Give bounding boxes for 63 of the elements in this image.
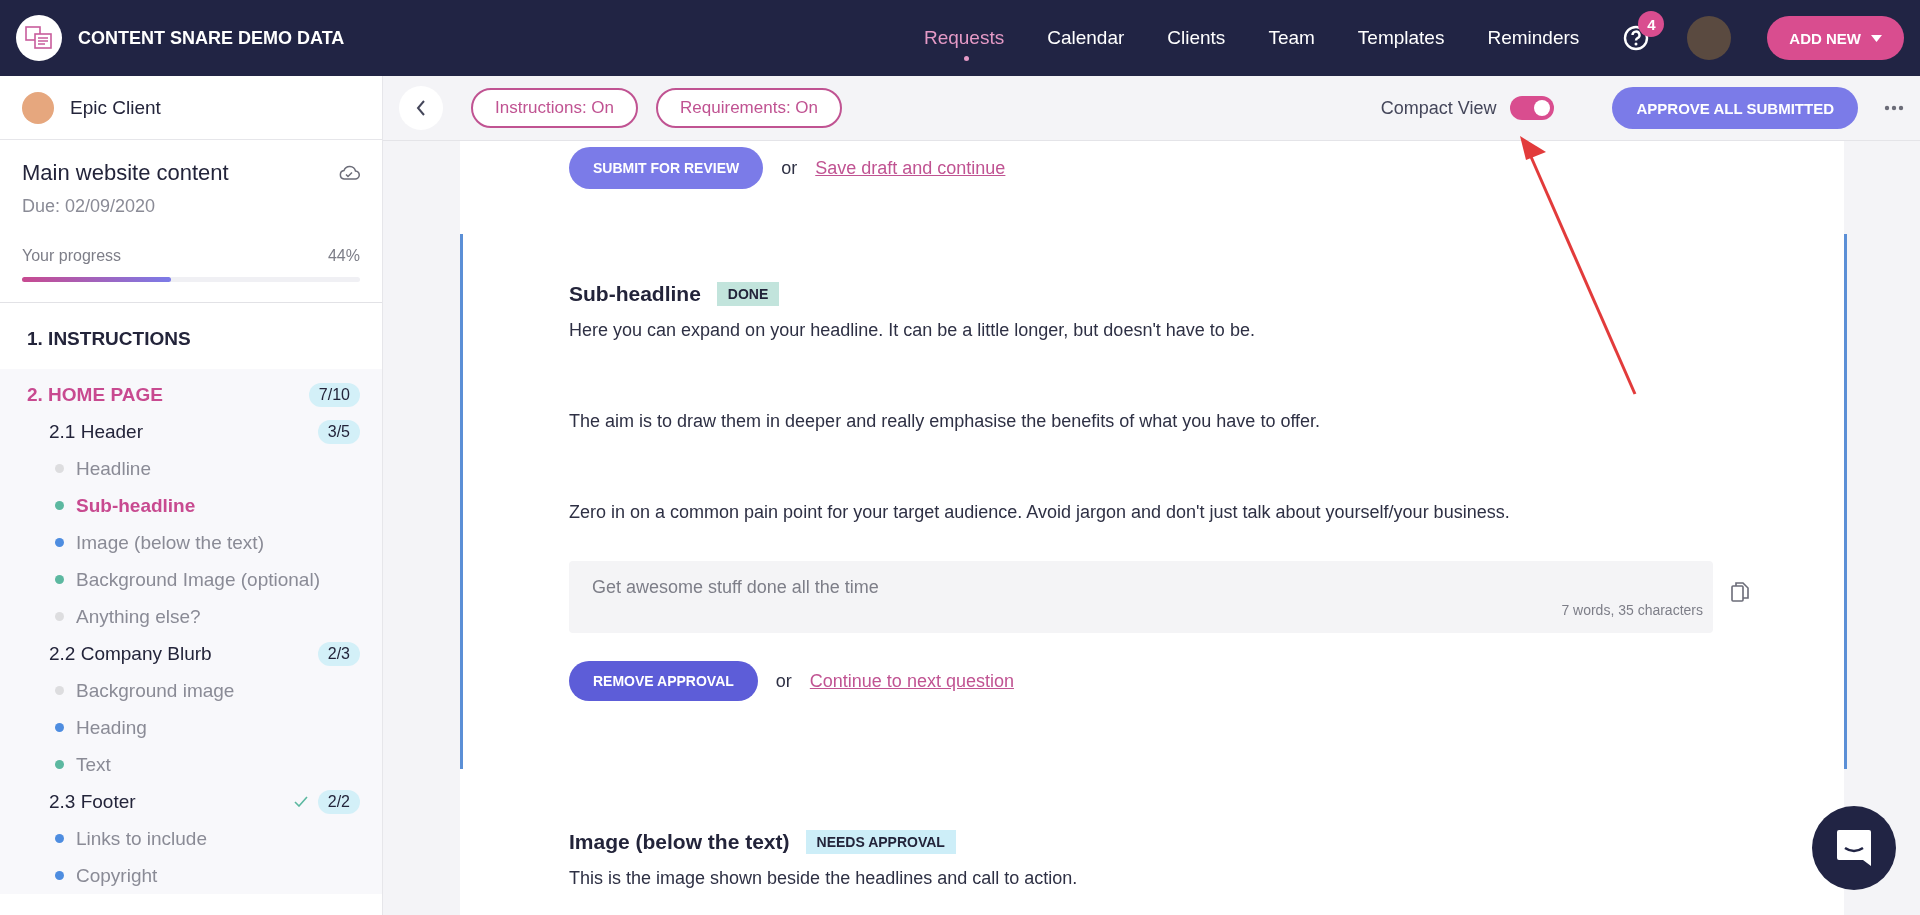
client-avatar (22, 91, 54, 124)
more-icon[interactable] (1884, 105, 1904, 111)
question-description: Zero in on a common pain point for your target audience. Avoid jargon and don't just talk about yourself/your business. (569, 502, 1511, 523)
add-new-button[interactable]: ADD NEW (1767, 16, 1904, 60)
subsection-link[interactable]: 2.1 Header (49, 420, 143, 443)
nav-link[interactable]: Team (1268, 13, 1315, 63)
section-link[interactable]: 1. INSTRUCTIONS (27, 328, 191, 350)
app-logo-icon (16, 15, 62, 61)
notification-badge: 4 (1638, 11, 1665, 37)
question-title: Sub-headline (569, 282, 701, 306)
section-link[interactable]: 2. HOME PAGE (27, 383, 163, 406)
count-badge: 3/5 (317, 419, 360, 444)
compact-view-label: Compact View (1380, 97, 1497, 119)
save-draft-link[interactable]: Save draft and continue (815, 157, 1006, 179)
requirements-toggle-button[interactable]: Requirements: On (656, 88, 842, 128)
remove-approval-button[interactable]: REMOVE APPROVAL (569, 661, 758, 701)
client-name: Epic Client (70, 96, 161, 119)
workspace-name: CONTENT SNARE DEMO DATA (78, 27, 345, 49)
caret-icon (1871, 34, 1882, 42)
answer-field[interactable]: Get awesome stuff done all the time 7 words, 35 characters (569, 561, 1713, 633)
nav-link[interactable]: Clients (1167, 13, 1226, 63)
nav-link[interactable]: Requests (923, 13, 1005, 63)
field-link[interactable]: Copyright (76, 864, 158, 887)
status-tag: NEEDS APPROVAL (805, 830, 956, 854)
progress-percent: 44% (327, 247, 360, 265)
check-icon (293, 796, 308, 807)
field-link[interactable]: Heading (76, 716, 147, 739)
count-badge: 2/2 (317, 789, 360, 814)
chat-icon (1835, 828, 1873, 868)
question-title: Image (below the text) (569, 830, 790, 854)
count-badge: 7/10 (308, 382, 360, 407)
subsection-link[interactable]: 2.3 Footer (49, 790, 136, 813)
next-question-link[interactable]: Continue to next question (809, 670, 1014, 692)
due-date: Due: 02/09/2020 (22, 196, 157, 217)
instructions-toggle-button[interactable]: Instructions: On (471, 88, 639, 128)
field-link[interactable]: Background image (76, 679, 235, 702)
approve-all-button[interactable]: APPROVE ALL SUBMITTED (1612, 87, 1858, 129)
compact-view-switch[interactable] (1510, 96, 1555, 120)
request-title: Main website content (22, 160, 229, 186)
submit-for-review-button[interactable]: SUBMIT FOR REVIEW (569, 147, 764, 189)
copy-icon[interactable] (1731, 581, 1749, 603)
or-text: or (775, 670, 792, 692)
field-link[interactable]: Text (76, 753, 111, 776)
nav-link[interactable]: Calendar (1047, 13, 1125, 63)
word-count: 7 words, 35 characters (1561, 601, 1703, 618)
field-link[interactable]: Anything else? (76, 605, 201, 628)
status-tag: DONE (716, 282, 780, 306)
count-badge: 2/3 (317, 641, 360, 666)
question-description: Here you can expand on your headline. It can be a little longer, but doesn't have to be. (569, 320, 1256, 341)
or-text: or (781, 157, 798, 179)
cloud-check-icon (338, 165, 360, 181)
chevron-left-icon (416, 100, 426, 116)
question-description: This is the image shown beside the headlines and call to action. (569, 868, 1079, 889)
progress-label: Your progress (22, 247, 122, 265)
field-link[interactable]: Sub-headline (76, 494, 196, 517)
subsection-link[interactable]: 2.2 Company Blurb (49, 642, 212, 665)
field-link[interactable]: Background Image (optional) (76, 568, 320, 591)
nav-link[interactable]: Reminders (1487, 13, 1580, 63)
question-description: The aim is to draw them in deeper and really emphasise the benefits of what you have to offer. (569, 411, 1322, 432)
field-link[interactable]: Links to include (76, 827, 207, 850)
nav-link[interactable]: Templates (1357, 13, 1445, 63)
field-link[interactable]: Headline (76, 457, 151, 480)
field-link[interactable]: Image (below the text) (76, 531, 264, 554)
